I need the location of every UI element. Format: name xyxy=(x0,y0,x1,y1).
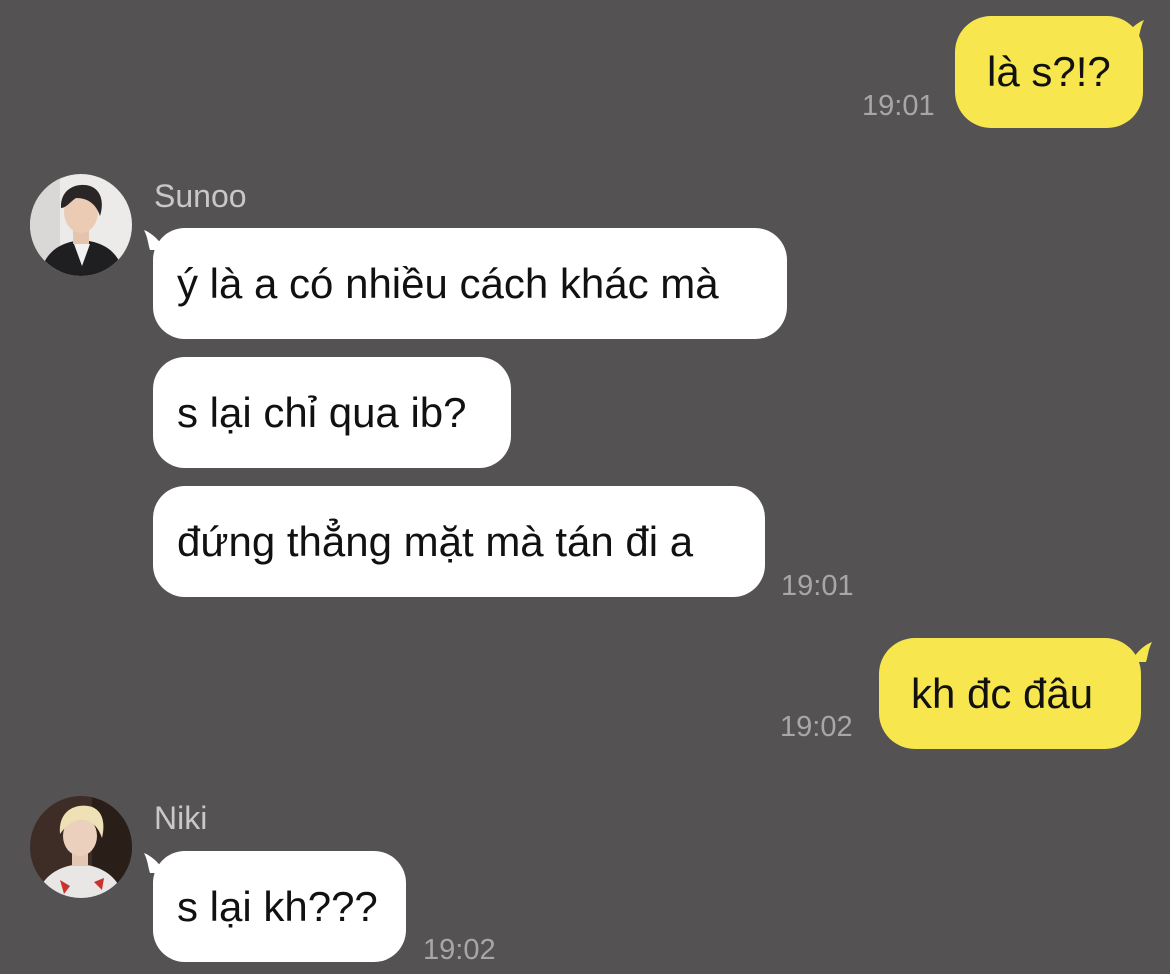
outgoing-message-bubble[interactable]: kh đc đâu xyxy=(879,638,1141,749)
incoming-message-bubble[interactable]: ý là a có nhiều cách khác mà xyxy=(153,228,787,339)
incoming-message-bubble[interactable]: s lại chỉ qua ib? xyxy=(153,357,511,468)
niki-avatar[interactable] xyxy=(30,796,132,898)
sunoo-avatar[interactable] xyxy=(30,174,132,276)
message-timestamp: 19:01 xyxy=(781,570,854,602)
message-timestamp: 19:02 xyxy=(780,711,853,743)
incoming-message-bubble[interactable]: đứng thẳng mặt mà tán đi a xyxy=(153,486,765,597)
sender-name: Sunoo xyxy=(154,178,247,214)
message-timestamp: 19:01 xyxy=(862,90,935,122)
message-timestamp: 19:02 xyxy=(423,934,496,966)
sender-name: Niki xyxy=(154,800,208,836)
incoming-message-bubble[interactable]: s lại kh??? xyxy=(153,851,406,962)
outgoing-message-bubble[interactable]: là s?!? xyxy=(955,16,1143,128)
